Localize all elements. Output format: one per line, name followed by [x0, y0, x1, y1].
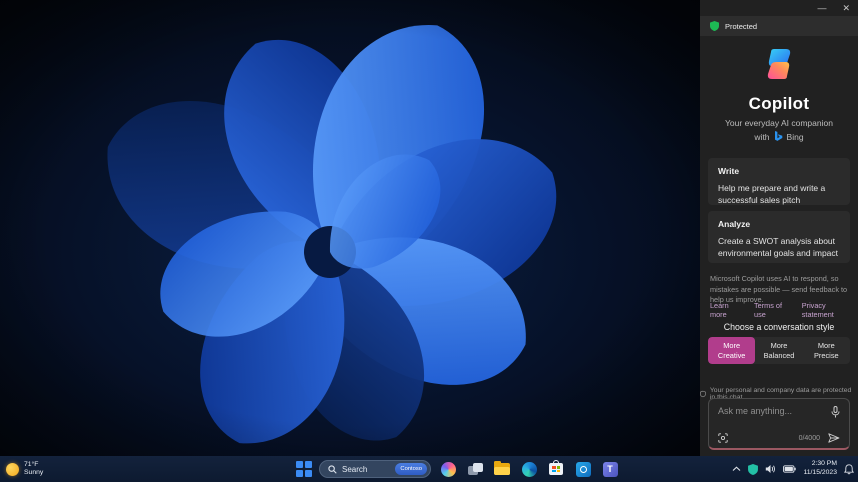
style-more-precise[interactable]: More Precise [803, 337, 850, 364]
weather-condition: Sunny [24, 469, 44, 476]
weather-widget[interactable]: 71°F Sunny [6, 461, 43, 478]
conversation-style-heading: Choose a conversation style [723, 322, 835, 332]
copilot-subtitle: Your everyday AI companion [725, 118, 833, 128]
with-bing-row: with Bing [700, 131, 858, 142]
tray-clock[interactable]: 2:30 PM 11/15/2023 [803, 460, 837, 478]
desktop-wallpaper [0, 0, 700, 456]
add-image-button[interactable] [718, 433, 728, 443]
microsoft-store-icon[interactable] [546, 459, 566, 479]
close-button[interactable]: ✕ [842, 3, 850, 14]
copilot-logo [767, 49, 791, 79]
card-body: Create a SWOT analysis about environment… [718, 236, 839, 258]
legal-links: Learn more Terms of use Privacy statemen… [710, 301, 850, 319]
protected-label: Protected [725, 21, 758, 31]
windows-logo-icon [296, 469, 303, 477]
windows-logo-icon [304, 469, 312, 477]
search-icon [328, 464, 337, 474]
copilot-taskbar-icon[interactable] [438, 459, 458, 479]
windows-logo-icon [304, 461, 312, 468]
bing-icon [774, 131, 782, 141]
chat-input[interactable] [718, 406, 828, 416]
notification-bell-icon[interactable] [844, 463, 854, 475]
chat-input-box: 0/4000 [708, 398, 850, 450]
bing-label: Bing [786, 131, 804, 142]
char-counter: 0/4000 [798, 434, 820, 442]
start-button[interactable] [296, 461, 312, 477]
suggestion-card-analyze[interactable]: Analyze Create a SWOT analysis about env… [708, 211, 850, 263]
conversation-style-group: More Creative More Balanced More Precise [708, 337, 850, 364]
search-box[interactable]: Search Contoso [319, 460, 431, 478]
card-body: Help me prepare and write a successful s… [718, 183, 826, 205]
windows-logo-icon [296, 461, 303, 468]
protected-banner: Protected [700, 16, 858, 36]
bloom-wallpaper-art [0, 0, 700, 456]
task-view-icon[interactable] [465, 459, 485, 479]
tray-chevron-up-icon[interactable] [732, 466, 741, 472]
minimize-button[interactable]: — [817, 3, 826, 13]
style-more-balanced[interactable]: More Balanced [755, 337, 802, 364]
sunny-icon [6, 462, 19, 476]
style-more-creative[interactable]: More Creative [708, 337, 756, 364]
weather-temp: 71°F [24, 460, 39, 468]
taskbar: 71°F Sunny Search Contoso T 2:30 PM 11/1… [0, 456, 858, 482]
privacy-statement-link[interactable]: Privacy statement [802, 301, 850, 319]
suggestion-card-write[interactable]: Write Help me prepare and write a succes… [708, 158, 850, 205]
tray-date: 11/15/2023 [803, 469, 837, 476]
teams-icon[interactable]: T [600, 459, 620, 479]
with-label: with [754, 131, 770, 142]
security-shield-tray-icon[interactable] [748, 463, 759, 475]
tray-time: 2:30 PM [811, 460, 837, 468]
copilot-title: Copilot [748, 94, 810, 113]
volume-icon[interactable] [765, 464, 776, 474]
copilot-sidebar: — ✕ Protected Copilot Your everyday AI c… [700, 0, 858, 456]
send-button[interactable] [828, 433, 840, 443]
file-explorer-icon[interactable] [492, 459, 512, 479]
contoso-badge: Contoso [395, 463, 427, 475]
microphone-button[interactable] [831, 406, 840, 418]
battery-icon[interactable] [783, 465, 797, 473]
outlook-icon[interactable] [573, 459, 593, 479]
card-title: Write [718, 166, 740, 176]
shield-protected-icon [710, 21, 719, 31]
edge-icon[interactable] [519, 459, 539, 479]
shield-small-icon [700, 390, 706, 398]
terms-of-use-link[interactable]: Terms of use [754, 301, 789, 319]
learn-more-link[interactable]: Learn more [710, 301, 741, 319]
card-title: Analyze [718, 219, 751, 229]
search-placeholder: Search [342, 464, 368, 474]
